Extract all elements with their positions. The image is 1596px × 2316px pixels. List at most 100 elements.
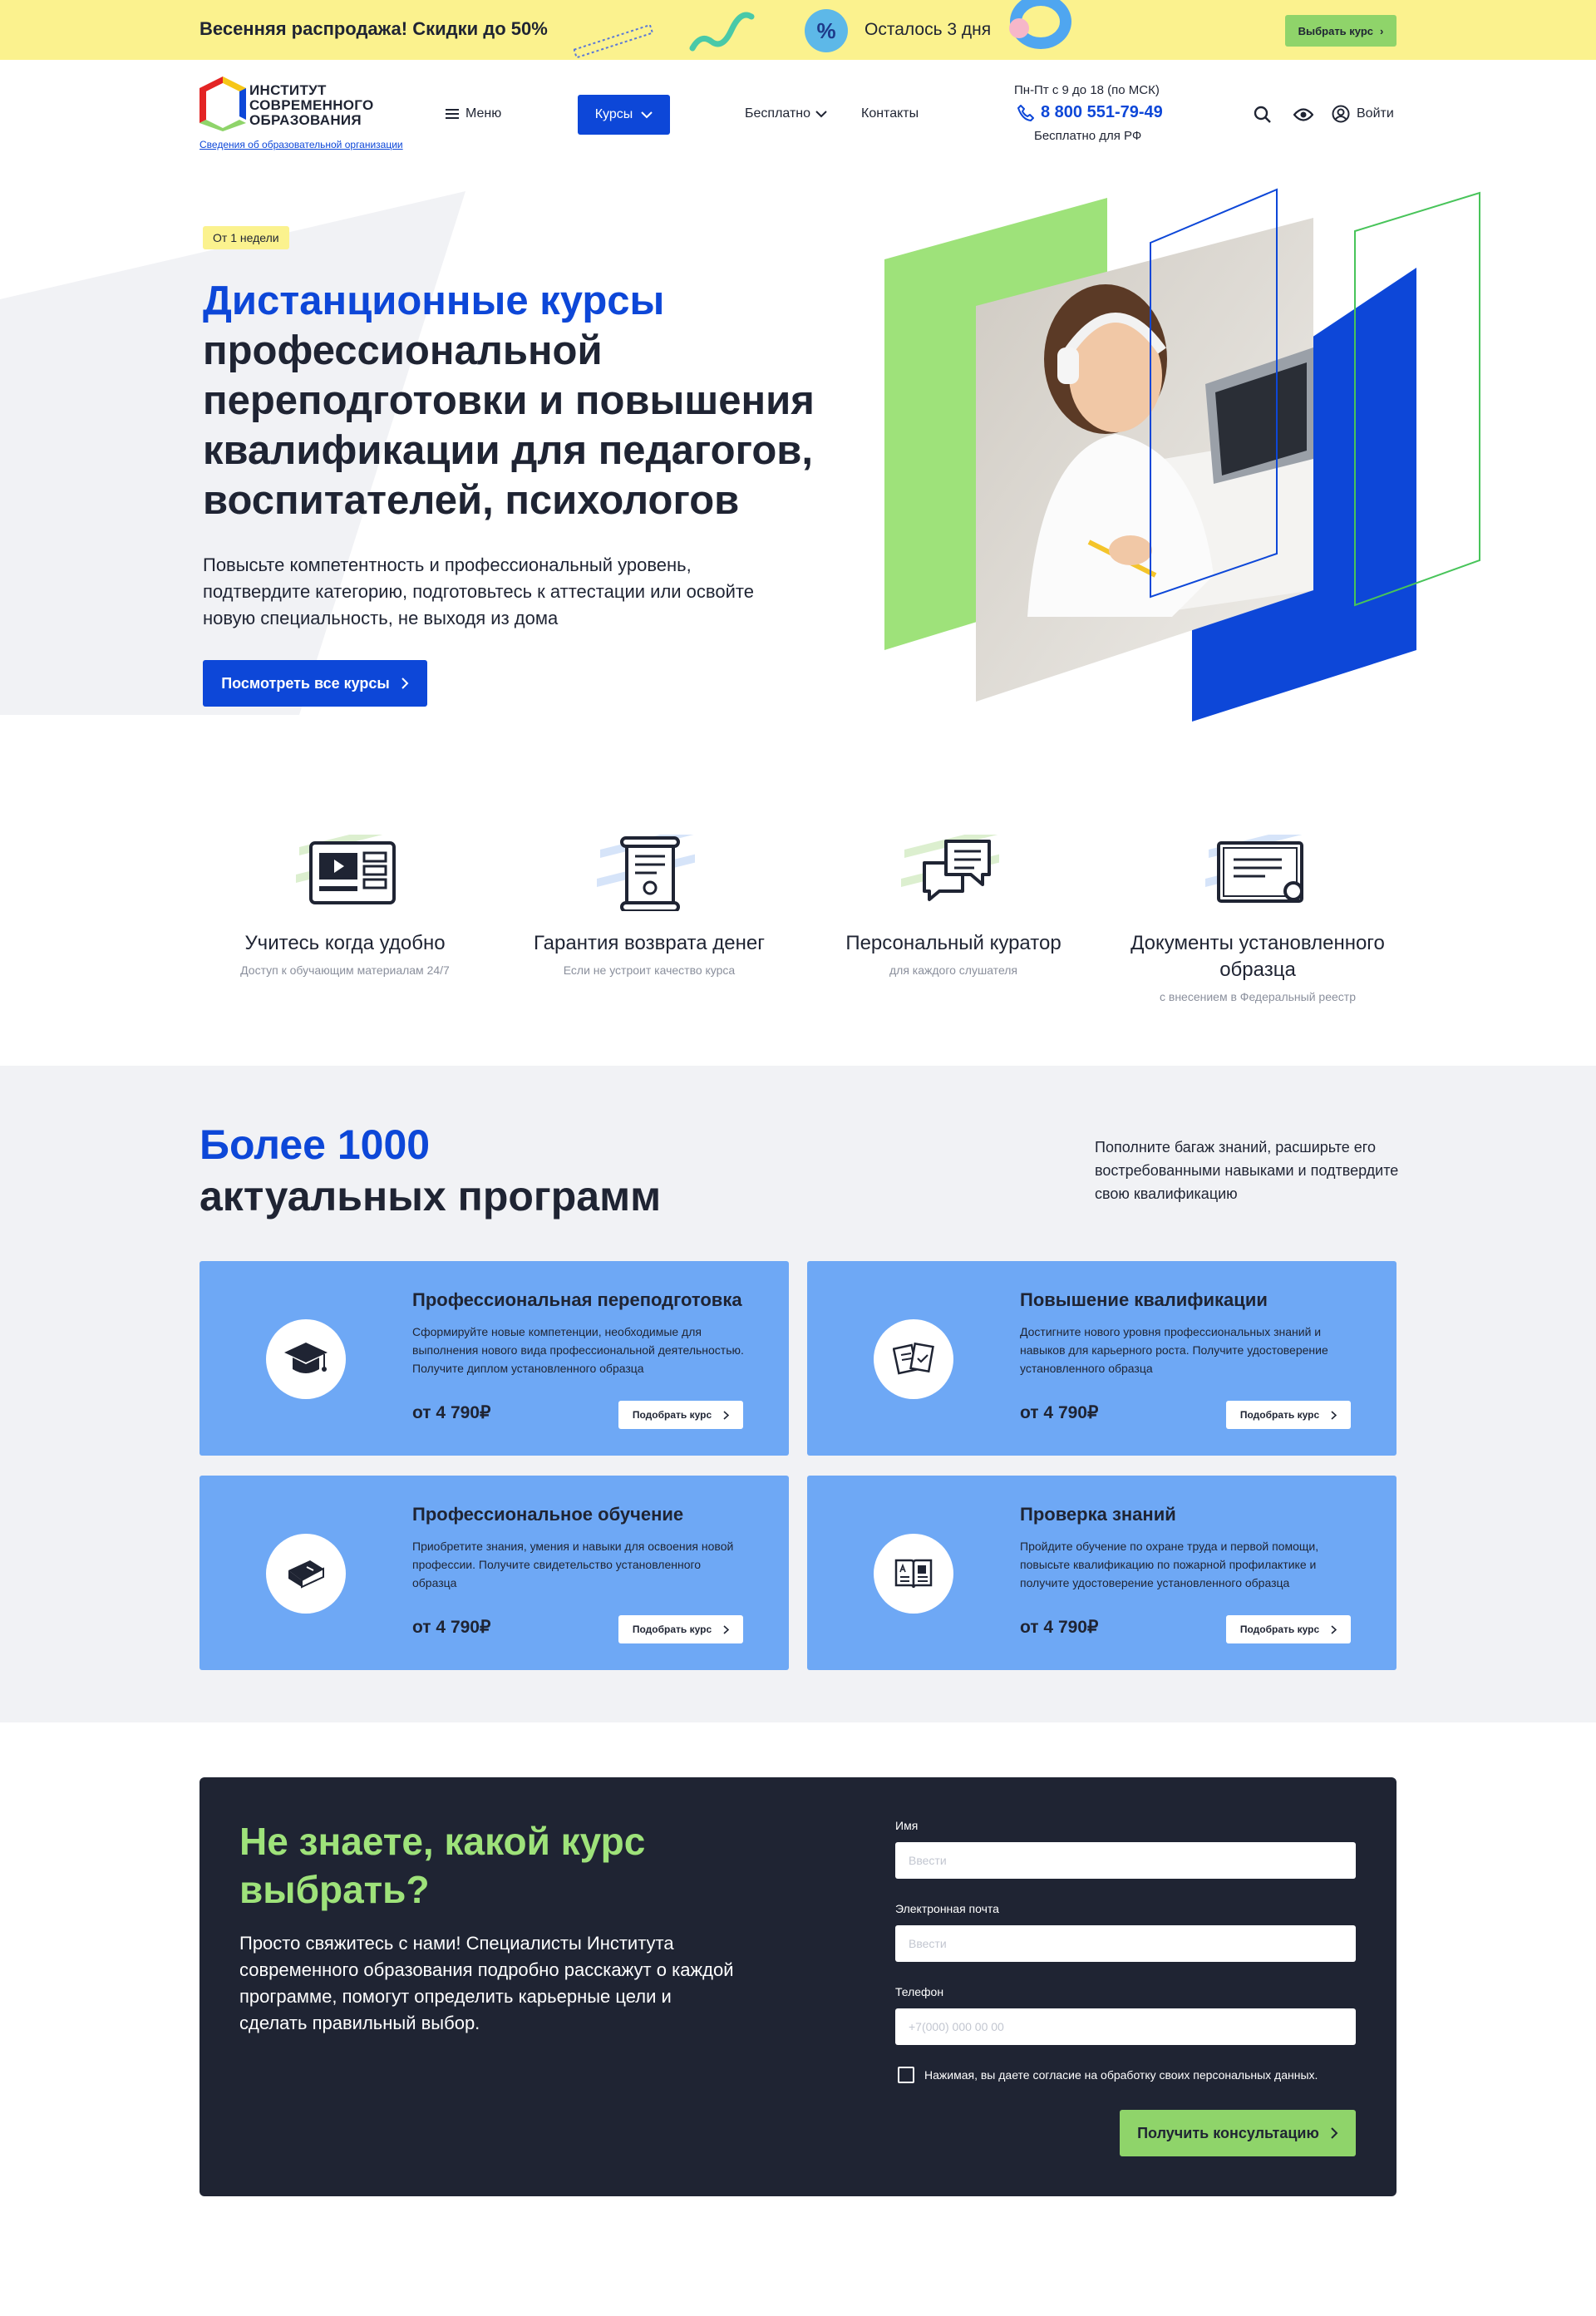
feature-title: Гарантия возврата денег bbox=[534, 932, 765, 954]
courses-label: Курсы bbox=[594, 107, 633, 121]
logo-mark-icon[interactable] bbox=[200, 76, 246, 131]
hero-illustration bbox=[884, 188, 1480, 722]
search-icon[interactable] bbox=[1254, 106, 1272, 124]
name-label: Имя bbox=[895, 1819, 919, 1832]
chevron-right-icon bbox=[1331, 2127, 1338, 2139]
chevron-right-icon: › bbox=[1380, 24, 1384, 37]
get-consultation-button[interactable]: Получить консультацию bbox=[1120, 2110, 1356, 2156]
card-price: от 4 790₽ bbox=[412, 1403, 491, 1422]
card-icon-circle bbox=[874, 1319, 953, 1399]
consent-text: Нажимая, вы даете согласие на обработку … bbox=[924, 2068, 1318, 2082]
pick-course-button[interactable]: Подобрать курс bbox=[1226, 1401, 1351, 1429]
pick-course-button[interactable]: Подобрать курс bbox=[618, 1401, 743, 1429]
promo-decor-stripes bbox=[574, 25, 654, 58]
burger-icon bbox=[446, 109, 459, 119]
feature-item: Персональный куратор для каждого слушате… bbox=[820, 825, 1086, 977]
scroll-certificate-icon bbox=[597, 825, 698, 913]
card-icon-circle bbox=[266, 1319, 346, 1399]
promo-choose-course-button[interactable]: Выбрать курс › bbox=[1285, 15, 1396, 47]
video-lesson-icon bbox=[296, 824, 396, 904]
feature-subtitle: Доступ к обучающим материалам 24/7 bbox=[240, 963, 450, 977]
percent-badge-icon: % bbox=[805, 9, 848, 52]
card-icon-circle bbox=[266, 1534, 346, 1614]
promo-text: Весенняя распродажа! Скидки до 50% bbox=[200, 18, 548, 39]
documents-icon bbox=[893, 1342, 934, 1375]
duration-badge: От 1 недели bbox=[203, 226, 289, 249]
book-icon bbox=[288, 1560, 324, 1589]
program-card[interactable]: Профессиональное обучение Приобретите зн… bbox=[200, 1476, 789, 1670]
open-book-icon bbox=[894, 1559, 933, 1589]
get-consultation-label: Получить консультацию bbox=[1137, 2124, 1319, 2141]
promo-timer: Осталось 3 дня bbox=[864, 20, 992, 39]
logo-line-2: современного bbox=[249, 97, 374, 113]
feature-item: Учитесь когда удобно Доступ к обучающим … bbox=[212, 824, 478, 977]
chevron-right-icon bbox=[1331, 1624, 1337, 1634]
program-card[interactable]: Проверка знаний Пройдите обучение по охр… bbox=[807, 1476, 1396, 1670]
user-icon bbox=[1332, 105, 1350, 123]
login-label: Войти bbox=[1357, 106, 1394, 121]
promo-decor-squiggle bbox=[689, 12, 755, 52]
accessibility-eye-icon[interactable] bbox=[1293, 106, 1313, 124]
consent-row: Нажимая, вы даете согласие на обработку … bbox=[898, 2067, 1318, 2083]
courses-dropdown-button[interactable]: Курсы bbox=[578, 95, 670, 135]
feature-title: Учитесь когда удобно bbox=[244, 932, 446, 954]
pick-course-button[interactable]: Подобрать курс bbox=[1226, 1615, 1351, 1643]
logo-line-1: Институт bbox=[249, 82, 327, 98]
programs-title-accent: Более 1000 bbox=[200, 1121, 431, 1168]
phone-note: Бесплатно для РФ bbox=[1034, 129, 1142, 143]
card-description: Сформируйте новые компетенции, необходим… bbox=[412, 1325, 744, 1375]
chevron-down-icon bbox=[641, 111, 653, 118]
menu-button[interactable]: Меню bbox=[446, 106, 501, 121]
chevron-right-icon bbox=[1331, 1410, 1337, 1420]
logo-text[interactable]: Институт современного образования bbox=[249, 83, 374, 128]
chat-bubbles-icon bbox=[901, 825, 1002, 901]
pick-course-label: Подобрать курс bbox=[1239, 1624, 1320, 1635]
card-title: Профессиональное обучение bbox=[412, 1504, 684, 1525]
feature-subtitle: Если не устроит качество курса bbox=[563, 963, 736, 977]
free-label: Бесплатно bbox=[745, 106, 811, 121]
card-title: Повышение квалификации bbox=[1020, 1289, 1268, 1310]
program-card[interactable]: Профессиональная переподготовка Сформиру… bbox=[200, 1261, 789, 1456]
feature-item: Документы установленного образца с внесе… bbox=[1125, 825, 1391, 1003]
diploma-icon bbox=[1205, 825, 1307, 903]
view-all-courses-button[interactable]: Посмотреть все курсы bbox=[203, 660, 427, 707]
view-all-courses-label: Посмотреть все курсы bbox=[221, 674, 390, 692]
hero-title-rest: профессиональной переподготовки и повыше… bbox=[203, 328, 815, 523]
card-title: Профессиональная переподготовка bbox=[412, 1289, 742, 1310]
email-label: Электронная почта bbox=[895, 1902, 999, 1915]
program-card[interactable]: Повышение квалификации Достигните нового… bbox=[807, 1261, 1396, 1456]
hero-title-accent: Дистанционные курсы bbox=[203, 278, 665, 323]
email-input[interactable] bbox=[895, 1925, 1356, 1962]
logo-line-3: образования bbox=[249, 112, 362, 128]
feature-title: Персональный куратор bbox=[845, 932, 1062, 954]
promo-decor-ring bbox=[1009, 0, 1071, 49]
free-dropdown[interactable]: Бесплатно bbox=[745, 106, 827, 121]
programs-title: Более 1000 актуальных программ bbox=[200, 1119, 661, 1222]
promo-button-label: Выбрать курс bbox=[1298, 24, 1374, 37]
hero-title: Дистанционные курсы профессиональной пер… bbox=[203, 276, 851, 525]
consent-checkbox[interactable] bbox=[898, 2067, 914, 2083]
programs-description: Пополните багаж знаний, расширьте его во… bbox=[1095, 1139, 1399, 1202]
contacts-link[interactable]: Контакты bbox=[861, 106, 919, 121]
hero-description: Повысьте компетентность и профессиональн… bbox=[203, 554, 754, 628]
phone-input[interactable] bbox=[895, 2008, 1356, 2045]
pick-course-label: Подобрать курс bbox=[1239, 1409, 1320, 1421]
card-icon-circle bbox=[874, 1534, 953, 1614]
chevron-down-icon bbox=[815, 110, 827, 117]
name-input[interactable] bbox=[895, 1842, 1356, 1879]
card-description: Пройдите обучение по охране труда и перв… bbox=[1020, 1540, 1319, 1589]
feature-item: Гарантия возврата денег Если не устроит … bbox=[516, 825, 782, 977]
feature-title: Документы установленного образца bbox=[1130, 932, 1385, 981]
card-price: от 4 790₽ bbox=[1020, 1403, 1099, 1422]
feature-subtitle: для каждого слушателя bbox=[889, 963, 1018, 977]
pick-course-button[interactable]: Подобрать курс bbox=[618, 1615, 743, 1643]
chevron-right-icon bbox=[401, 678, 409, 689]
login-button[interactable]: Войти bbox=[1332, 105, 1394, 123]
graduation-cap-icon bbox=[284, 1343, 328, 1373]
phone-link[interactable]: 8 800 551-79-49 bbox=[1017, 103, 1163, 122]
org-info-link[interactable]: Сведения об образовательной организации bbox=[200, 139, 403, 150]
card-description: Достигните нового уровня профессиональны… bbox=[1020, 1325, 1328, 1375]
pick-course-label: Подобрать курс bbox=[632, 1624, 712, 1635]
chevron-right-icon bbox=[723, 1410, 730, 1420]
menu-label: Меню bbox=[466, 106, 502, 121]
